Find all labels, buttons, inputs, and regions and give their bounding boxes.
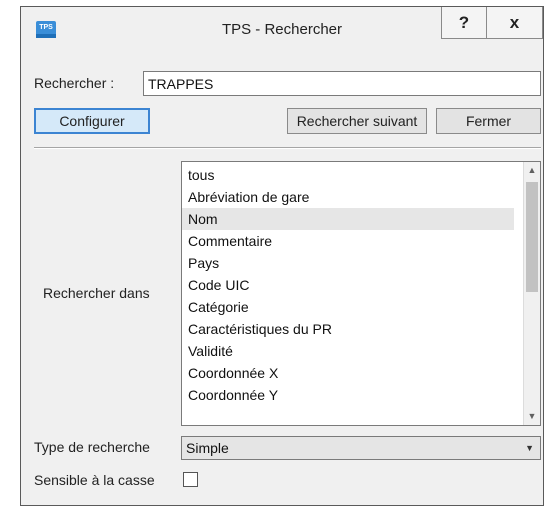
- case-sensitive-checkbox[interactable]: [183, 472, 198, 487]
- search-type-value: Simple: [186, 440, 229, 456]
- search-type-label: Type de recherche: [34, 439, 150, 455]
- search-in-label: Rechercher dans: [43, 285, 150, 301]
- list-item-nom[interactable]: Nom: [182, 208, 514, 230]
- list-item-tous[interactable]: tous: [182, 164, 514, 186]
- scroll-down-icon[interactable]: ▼: [524, 408, 540, 425]
- list-item-categorie[interactable]: Catégorie: [182, 296, 514, 318]
- close-button[interactable]: Fermer: [436, 108, 541, 134]
- list-item-coordonnee-x[interactable]: Coordonnée X: [182, 362, 514, 384]
- separator: [34, 147, 541, 149]
- close-window-button[interactable]: x: [486, 7, 543, 39]
- list-item-code-uic[interactable]: Code UIC: [182, 274, 514, 296]
- list-item-coordonnee-y[interactable]: Coordonnée Y: [182, 384, 514, 406]
- search-label: Rechercher :: [34, 75, 115, 91]
- search-input[interactable]: [143, 71, 541, 96]
- search-dialog: TPS TPS - Rechercher ? x Rechercher : Co…: [20, 6, 544, 506]
- list-item-abreviation-de-gare[interactable]: Abréviation de gare: [182, 186, 514, 208]
- list-item-validite[interactable]: Validité: [182, 340, 514, 362]
- search-in-listbox[interactable]: tous Abréviation de gare Nom Commentaire…: [181, 161, 541, 426]
- list-item-pays[interactable]: Pays: [182, 252, 514, 274]
- scroll-up-icon[interactable]: ▲: [524, 162, 540, 179]
- scroll-thumb[interactable]: [526, 182, 538, 292]
- listbox-scrollbar[interactable]: ▲ ▼: [523, 162, 540, 425]
- search-type-select[interactable]: Simple ▼: [181, 436, 541, 460]
- find-next-button[interactable]: Rechercher suivant: [287, 108, 427, 134]
- chevron-down-icon[interactable]: ▼: [525, 437, 534, 459]
- help-button[interactable]: ?: [441, 7, 487, 39]
- list-item-commentaire[interactable]: Commentaire: [182, 230, 514, 252]
- configure-button[interactable]: Configurer: [34, 108, 150, 134]
- list-item-caracteristiques-du-pr[interactable]: Caractéristiques du PR: [182, 318, 514, 340]
- title-bar[interactable]: TPS TPS - Rechercher ? x: [21, 7, 543, 55]
- case-sensitive-label: Sensible à la casse: [34, 472, 155, 488]
